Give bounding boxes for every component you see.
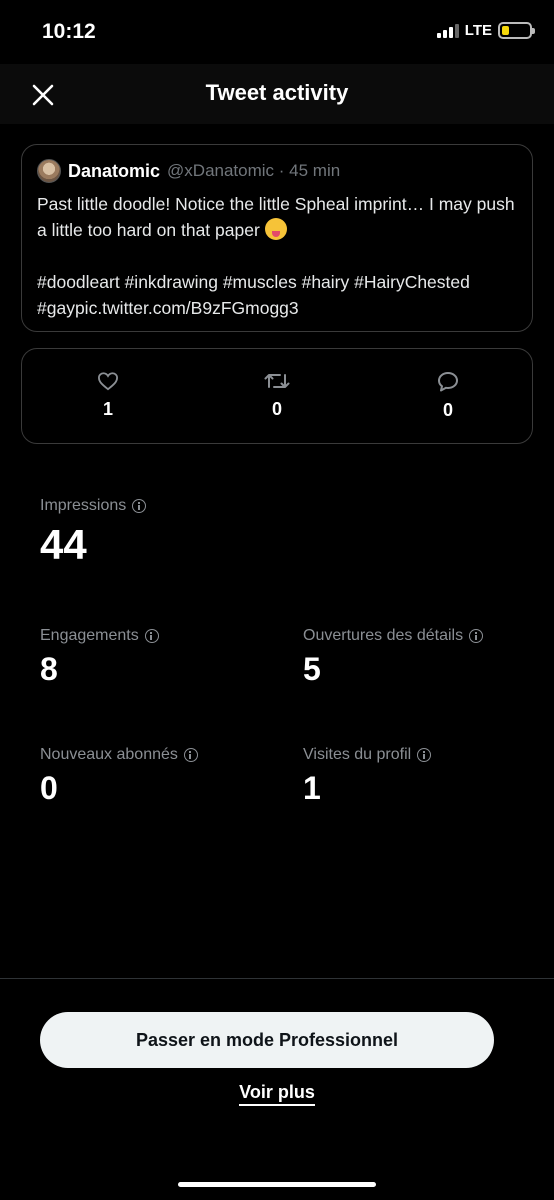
status-bar: 10:12 LTE (0, 0, 554, 64)
profile-visits-metric: Visites du profil 1 (303, 746, 432, 807)
tweet-header: Danatomic @xDanatomic · 45 min (37, 159, 517, 183)
retweet-icon (264, 374, 290, 388)
retweets-stat: 0 (247, 371, 307, 420)
tweet-card[interactable]: Danatomic @xDanatomic · 45 min Past litt… (21, 144, 533, 332)
detail-expands-metric: Ouvertures des détails 5 (303, 627, 484, 688)
professional-mode-button[interactable]: Passer en mode Professionnel (40, 1012, 494, 1068)
see-more-link[interactable]: Voir plus (239, 1082, 315, 1106)
home-indicator[interactable] (178, 1182, 376, 1187)
engagement-stats-card: 1 0 0 (21, 348, 533, 444)
detail-expands-value: 5 (303, 651, 321, 687)
divider (0, 978, 554, 979)
engagements-metric: Engagements 8 (40, 627, 159, 688)
network-type: LTE (464, 22, 492, 39)
new-followers-metric: Nouveaux abonnés 0 (40, 746, 198, 807)
battery-level (502, 26, 509, 35)
header: Tweet activity (0, 64, 554, 124)
avatar[interactable] (37, 159, 61, 183)
author-handle-time: @xDanatomic · 45 min (167, 161, 341, 180)
info-icon[interactable] (132, 499, 147, 513)
engagements-value: 8 (40, 651, 58, 687)
signal-icon (436, 23, 459, 38)
status-indicators: LTE (436, 22, 535, 39)
impressions-label: Impressions (40, 497, 127, 514)
impressions-value: 44 (40, 521, 87, 568)
info-icon[interactable] (417, 748, 432, 762)
reply-icon (438, 372, 458, 392)
page-title: Tweet activity (205, 80, 349, 105)
impressions-metric: Impressions 44 (40, 497, 147, 569)
new-followers-label: Nouveaux abonnés (40, 746, 178, 763)
author-name[interactable]: Danatomic (68, 161, 160, 182)
profile-visits-value: 1 (303, 770, 321, 806)
heart-icon (97, 372, 119, 391)
profile-visits-label: Visites du profil (303, 746, 412, 763)
likes-count: 1 (102, 399, 113, 419)
squinting-face-with-tongue-icon (264, 218, 287, 240)
replies-count: 0 (442, 400, 453, 420)
replies-stat: 0 (418, 371, 478, 421)
battery-icon (498, 22, 535, 39)
engagements-label: Engagements (40, 627, 139, 644)
info-icon[interactable] (144, 629, 159, 643)
detail-expands-label: Ouvertures des détails (303, 627, 464, 644)
status-time: 10:12 (42, 20, 96, 43)
tweet-hashtags[interactable]: #doodleart #inkdrawing #muscles #hairy #… (37, 272, 470, 318)
see-more-container: Voir plus (0, 1082, 554, 1106)
info-icon[interactable] (469, 629, 484, 643)
tweet-text: Past little doodle! Notice the little Sp… (37, 191, 517, 321)
new-followers-value: 0 (40, 770, 58, 806)
likes-stat: 1 (78, 371, 138, 420)
retweets-count: 0 (271, 399, 282, 419)
info-icon[interactable] (183, 748, 198, 762)
